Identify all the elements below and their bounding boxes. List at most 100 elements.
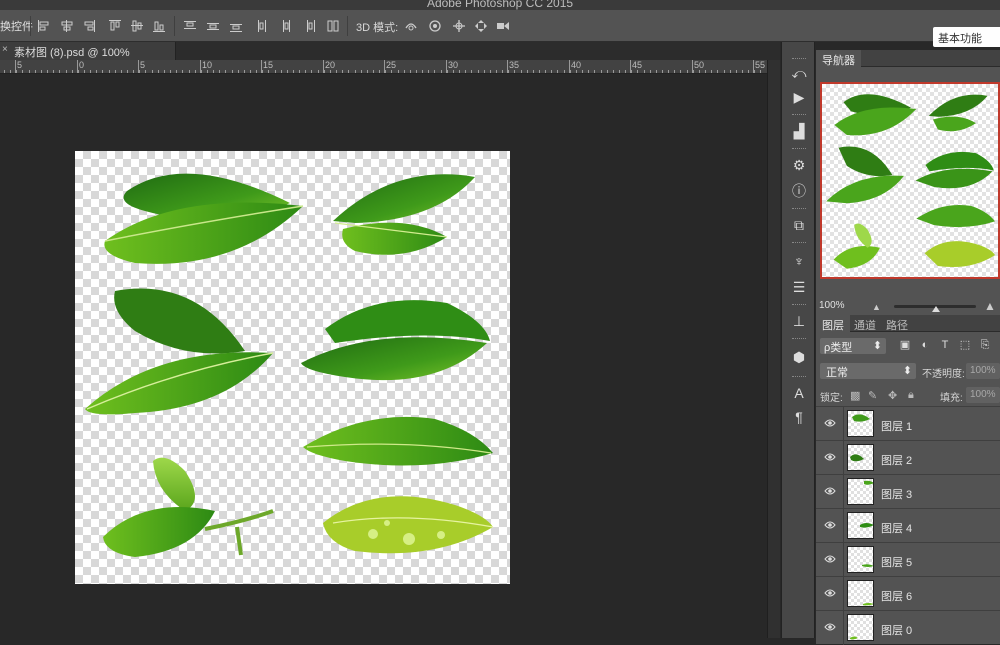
tab-channels[interactable]: 通道 bbox=[848, 315, 882, 332]
clone-source-icon[interactable]: ⧉ bbox=[790, 216, 808, 234]
panel-grip[interactable] bbox=[792, 242, 806, 244]
history-icon[interactable]: ⤺ bbox=[790, 64, 808, 82]
lock-position-icon[interactable]: ✥ bbox=[888, 389, 897, 402]
panel-grip[interactable] bbox=[792, 376, 806, 378]
tab-layers[interactable]: 图层 bbox=[816, 315, 850, 332]
layer-thumbnail[interactable] bbox=[847, 614, 874, 641]
align-horizontal-centers-icon[interactable] bbox=[60, 19, 74, 33]
layer-thumbnail[interactable] bbox=[847, 444, 874, 471]
adjustment-layer-filter-icon[interactable]: ◐ bbox=[918, 338, 932, 352]
eye-icon[interactable] bbox=[824, 418, 836, 428]
panel-grip[interactable] bbox=[792, 148, 806, 150]
brush-presets-icon[interactable]: ♆ bbox=[790, 252, 808, 270]
actions-play-icon[interactable]: ▶ bbox=[790, 88, 808, 106]
layer-name[interactable]: 图层 3 bbox=[881, 486, 912, 502]
align-right-edges-icon[interactable] bbox=[82, 19, 96, 33]
distribute-left-icon[interactable] bbox=[256, 19, 270, 33]
layer-row[interactable]: 图层 0 bbox=[816, 610, 1000, 645]
tab-paths[interactable]: 路径 bbox=[880, 315, 914, 332]
panel-grip[interactable] bbox=[792, 304, 806, 306]
align-vertical-centers-icon[interactable] bbox=[130, 19, 144, 33]
align-top-edges-icon[interactable] bbox=[108, 19, 122, 33]
ruler-tick bbox=[78, 70, 79, 73]
auto-align-layers-icon[interactable] bbox=[326, 19, 340, 33]
workspace-switcher[interactable]: 基本功能 bbox=[933, 27, 1000, 47]
tool-presets-icon[interactable]: ⊥ bbox=[790, 312, 808, 330]
layer-row[interactable]: 图层 5 bbox=[816, 542, 1000, 577]
layer-thumbnail[interactable] bbox=[847, 478, 874, 505]
align-bottom-edges-icon[interactable] bbox=[152, 19, 166, 33]
vertical-scrollbar[interactable] bbox=[767, 60, 780, 638]
3d-panel-icon[interactable]: ⬢ bbox=[790, 348, 808, 366]
layer-name[interactable]: 图层 5 bbox=[881, 554, 912, 570]
info-icon[interactable]: ⓘ bbox=[790, 182, 808, 200]
lock-transparent-pixels-icon[interactable]: ▩ bbox=[850, 389, 860, 402]
horizontal-ruler[interactable]: 5 0 5 10 15 20 25 30 35 40 45 50 55 bbox=[0, 60, 767, 74]
drag-3d-object-icon[interactable] bbox=[452, 19, 466, 33]
lock-image-pixels-icon[interactable]: ✎ bbox=[868, 389, 877, 402]
document-image[interactable] bbox=[75, 151, 510, 584]
pixel-layer-filter-icon[interactable]: ▣ bbox=[898, 338, 912, 352]
distribute-bottom-icon[interactable] bbox=[229, 19, 243, 33]
lock-all-icon[interactable]: 🔒︎ bbox=[908, 389, 914, 402]
type-layer-filter-icon[interactable]: T bbox=[938, 338, 952, 352]
blend-mode-select[interactable]: 正常 ⬍ bbox=[820, 363, 916, 379]
opacity-field[interactable]: 100% bbox=[966, 363, 1000, 379]
leaf-group-5 bbox=[303, 416, 493, 466]
show-transform-controls-label[interactable]: 换控件 bbox=[0, 18, 33, 34]
character-icon[interactable]: A bbox=[790, 384, 808, 402]
smart-object-filter-icon[interactable]: ⎘ bbox=[978, 338, 992, 352]
tab-navigator[interactable]: 导航器 bbox=[816, 50, 861, 67]
ruler-tick bbox=[551, 70, 552, 73]
zoom-value[interactable]: 100% bbox=[819, 300, 845, 311]
slide-3d-object-icon[interactable] bbox=[474, 19, 488, 33]
distribute-horizontal-centers-icon[interactable] bbox=[279, 19, 293, 33]
navigator-preview[interactable] bbox=[820, 82, 1000, 279]
scale-3d-object-icon[interactable] bbox=[496, 19, 510, 33]
document-tab[interactable]: × 素材图 (8).psd @ 100%(RGB/8#) bbox=[0, 42, 176, 72]
paragraph-icon[interactable]: ¶ bbox=[790, 408, 808, 426]
layer-name[interactable]: 图层 0 bbox=[881, 622, 912, 638]
zoom-out-icon[interactable]: ▲ bbox=[872, 302, 881, 312]
layer-name[interactable]: 图层 4 bbox=[881, 520, 912, 536]
eye-icon[interactable] bbox=[824, 588, 836, 598]
panel-grip[interactable] bbox=[792, 58, 806, 60]
eye-icon[interactable] bbox=[824, 452, 836, 462]
layer-thumbnail[interactable] bbox=[847, 580, 874, 607]
layer-row[interactable]: 图层 6 bbox=[816, 576, 1000, 611]
panel-grip[interactable] bbox=[792, 114, 806, 116]
align-left-edges-icon[interactable] bbox=[37, 19, 51, 33]
properties-icon[interactable]: ⚙ bbox=[790, 156, 808, 174]
rotate-3d-object-icon[interactable] bbox=[404, 19, 418, 33]
ruler-tick bbox=[256, 70, 257, 73]
layer-name[interactable]: 图层 6 bbox=[881, 588, 912, 604]
eye-icon[interactable] bbox=[824, 554, 836, 564]
zoom-slider-handle[interactable] bbox=[932, 306, 940, 312]
layer-name[interactable]: 图层 2 bbox=[881, 452, 912, 468]
distribute-top-icon[interactable] bbox=[183, 19, 197, 33]
layer-name[interactable]: 图层 1 bbox=[881, 418, 912, 434]
layer-thumbnail[interactable] bbox=[847, 512, 874, 539]
shape-layer-filter-icon[interactable]: ⬚ bbox=[958, 338, 972, 352]
distribute-vertical-centers-icon[interactable] bbox=[206, 19, 220, 33]
layer-thumbnail[interactable] bbox=[847, 410, 874, 437]
close-tab-icon[interactable]: × bbox=[2, 44, 8, 55]
ruler-tick bbox=[471, 70, 472, 73]
panel-grip[interactable] bbox=[792, 338, 806, 340]
layer-row[interactable]: 图层 4 bbox=[816, 508, 1000, 543]
brush-icon[interactable]: ☰ bbox=[790, 278, 808, 296]
fill-field[interactable]: 100% bbox=[966, 387, 1000, 403]
eye-icon[interactable] bbox=[824, 486, 836, 496]
histogram-icon[interactable]: ▟ bbox=[790, 122, 808, 140]
layer-row[interactable]: 图层 2 bbox=[816, 440, 1000, 475]
layer-row[interactable]: 图层 1 bbox=[816, 406, 1000, 441]
zoom-in-icon[interactable]: ▲ bbox=[984, 299, 996, 313]
roll-3d-object-icon[interactable] bbox=[428, 19, 442, 33]
layer-row[interactable]: 图层 3 bbox=[816, 474, 1000, 509]
eye-icon[interactable] bbox=[824, 622, 836, 632]
distribute-right-icon[interactable] bbox=[302, 19, 316, 33]
eye-icon[interactable] bbox=[824, 520, 836, 530]
layer-filter-kind-select[interactable]: ρ类型 ⬍ bbox=[820, 338, 886, 354]
layer-thumbnail[interactable] bbox=[847, 546, 874, 573]
panel-grip[interactable] bbox=[792, 208, 806, 210]
